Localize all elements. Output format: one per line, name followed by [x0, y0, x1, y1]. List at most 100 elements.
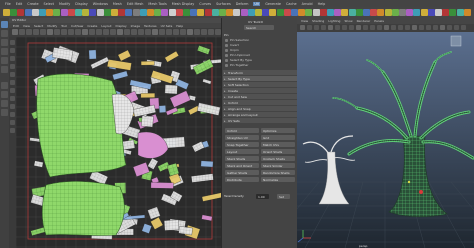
- optimize-button[interactable]: Optimize: [261, 128, 295, 133]
- menu-generate[interactable]: Generate: [265, 2, 281, 6]
- shelf-tool-icon[interactable]: [211, 9, 219, 16]
- uv-toolbar-icon[interactable]: [75, 29, 81, 35]
- uv-toolbar-icon[interactable]: [12, 29, 18, 35]
- texel-density-field[interactable]: 1.00: [256, 194, 269, 199]
- shelf-tool-icon[interactable]: [377, 9, 385, 16]
- uv-toolbar-icon[interactable]: [208, 29, 214, 35]
- uv-toolbar-icon[interactable]: [110, 29, 116, 35]
- shelf-tool-icon[interactable]: [89, 9, 97, 16]
- menu-create[interactable]: Create: [27, 2, 38, 6]
- viewport-toolbar-icon[interactable]: [314, 25, 319, 30]
- menu-arnold[interactable]: Arnold: [302, 2, 313, 6]
- uv-toolbar-icon[interactable]: [187, 29, 193, 35]
- uv-menu-layout[interactable]: Layout: [101, 24, 111, 28]
- shelf-tool-icon[interactable]: [204, 9, 212, 16]
- shelf-tool-icon[interactable]: [190, 9, 198, 16]
- uv-menu-modify[interactable]: Modify: [47, 24, 57, 28]
- shelf-tool-icon[interactable]: [413, 9, 421, 16]
- viewport-menu-shading[interactable]: Shading: [312, 19, 324, 23]
- viewport-toolbar-icon[interactable]: [335, 25, 340, 30]
- shelf-tool-icon[interactable]: [456, 9, 464, 16]
- menu-curves[interactable]: Curves: [199, 2, 211, 6]
- uv-toolbar-icon[interactable]: [33, 29, 39, 35]
- shelf-tool-icon[interactable]: [312, 9, 320, 16]
- match-uvs-button[interactable]: Match UVs: [261, 142, 295, 147]
- select-tool-icon[interactable]: [1, 21, 8, 28]
- section-create[interactable]: ▸ Create: [223, 88, 297, 93]
- uv-menu-uv-sets[interactable]: UV Sets: [161, 24, 173, 28]
- texel-density-set-button[interactable]: Set: [277, 194, 290, 199]
- stack-similar-button[interactable]: Stack Similar: [261, 163, 295, 168]
- shelf-tool-icon[interactable]: [255, 9, 262, 16]
- viewport-menu-lighting[interactable]: Lighting: [328, 19, 340, 23]
- section-cut-and-sew[interactable]: ▸ Cut and Sew: [223, 94, 297, 99]
- pin-option-select-by-type[interactable]: Select By Type: [225, 58, 252, 62]
- menu-help[interactable]: Help: [318, 2, 326, 6]
- shelf-tool-icon[interactable]: [247, 9, 255, 16]
- uv-toolbar-icon[interactable]: [40, 29, 46, 35]
- snap-together-button[interactable]: Snap Together: [225, 142, 259, 147]
- shelf-tool-icon[interactable]: [348, 9, 356, 16]
- menu-surfaces[interactable]: Surfaces: [216, 2, 231, 6]
- section-select-by-type[interactable]: ▸ Select By Type: [223, 76, 297, 81]
- section-soft-selection[interactable]: ▸ Soft Selection: [223, 82, 297, 87]
- menu-modify[interactable]: Modify: [59, 2, 70, 6]
- uv-toolbar-icon[interactable]: [117, 29, 123, 35]
- shelf-tool-icon[interactable]: [39, 9, 46, 16]
- viewport-toolbar-icon[interactable]: [461, 25, 466, 30]
- shelf-tool-icon[interactable]: [53, 9, 61, 16]
- uv-menu-edit[interactable]: Edit: [13, 24, 19, 28]
- uv-menu-select[interactable]: Select: [34, 24, 43, 28]
- uv-menu-tool[interactable]: Tool: [61, 24, 67, 28]
- shelf-tool-icon[interactable]: [305, 9, 313, 16]
- section-align-and-snap[interactable]: ▸ Align and Snap: [223, 106, 297, 111]
- pin-option-pin-together[interactable]: Pin Together: [225, 63, 249, 67]
- shelf-tool-icon[interactable]: [291, 9, 298, 16]
- uv-side-tool-icon[interactable]: [10, 120, 15, 125]
- shelf-tool-icon[interactable]: [269, 9, 277, 16]
- shelf-tool-icon[interactable]: [355, 9, 363, 16]
- viewport-menu-view[interactable]: View: [301, 19, 308, 23]
- viewport-toolbar-icon[interactable]: [384, 25, 389, 30]
- uv-toolbar-icon[interactable]: [124, 29, 130, 35]
- shelf-tool-icon[interactable]: [233, 9, 241, 16]
- lasso-tool-icon[interactable]: [1, 30, 8, 37]
- section-unfold[interactable]: ▸ Unfold: [223, 100, 297, 105]
- uv-toolbar-icon[interactable]: [26, 29, 32, 35]
- uv-toolbar-icon[interactable]: [152, 29, 158, 35]
- viewport-toolbar-icon[interactable]: [419, 25, 424, 30]
- uv-toolbar-icon[interactable]: [19, 29, 25, 35]
- viewport-menu-panels[interactable]: Panels: [374, 19, 384, 23]
- viewport-toolbar-icon[interactable]: [356, 25, 361, 30]
- shelf-tool-icon[interactable]: [175, 9, 183, 16]
- uv-menu-create[interactable]: Create: [87, 24, 97, 28]
- uv-side-tool-icon[interactable]: [10, 112, 15, 117]
- menu-edit-mesh[interactable]: Edit Mesh: [127, 2, 144, 6]
- menu-deform[interactable]: Deform: [236, 2, 249, 6]
- pin-option-unpin[interactable]: Unpin: [225, 48, 239, 52]
- shelf-tool-icon[interactable]: [111, 9, 118, 16]
- shelf-tool-icon[interactable]: [3, 9, 10, 16]
- uv-toolbar-icon[interactable]: [47, 29, 53, 35]
- gather-shells-button[interactable]: Gather Shells: [225, 170, 259, 175]
- section-transform[interactable]: ▸ Transform: [223, 70, 297, 75]
- uv-side-tool-icon[interactable]: [10, 72, 15, 77]
- layout-single-icon[interactable]: [1, 82, 8, 89]
- shelf-tool-icon[interactable]: [118, 9, 126, 16]
- shelf-tool-icon[interactable]: [399, 9, 406, 16]
- viewport-canvas[interactable]: [297, 32, 474, 248]
- uv-toolbar-icon[interactable]: [138, 29, 144, 35]
- distribute-button[interactable]: Distribute: [225, 177, 259, 182]
- shelf-tool-icon[interactable]: [67, 9, 75, 16]
- uv-side-tool-icon[interactable]: [10, 128, 15, 133]
- viewport-toolbar-icon[interactable]: [300, 25, 305, 30]
- shelf-tool-icon[interactable]: [276, 9, 284, 16]
- viewport-toolbar-icon[interactable]: [433, 25, 438, 30]
- uv-side-tool-icon[interactable]: [10, 96, 15, 101]
- uv-toolbar-icon[interactable]: [173, 29, 179, 35]
- move-tool-icon[interactable]: [1, 48, 8, 55]
- viewport-menu-renderer[interactable]: Renderer: [357, 19, 371, 23]
- shelf-tool-icon[interactable]: [82, 9, 90, 16]
- layout-button[interactable]: Layout: [225, 149, 259, 154]
- shelf-tool-icon[interactable]: [46, 9, 54, 16]
